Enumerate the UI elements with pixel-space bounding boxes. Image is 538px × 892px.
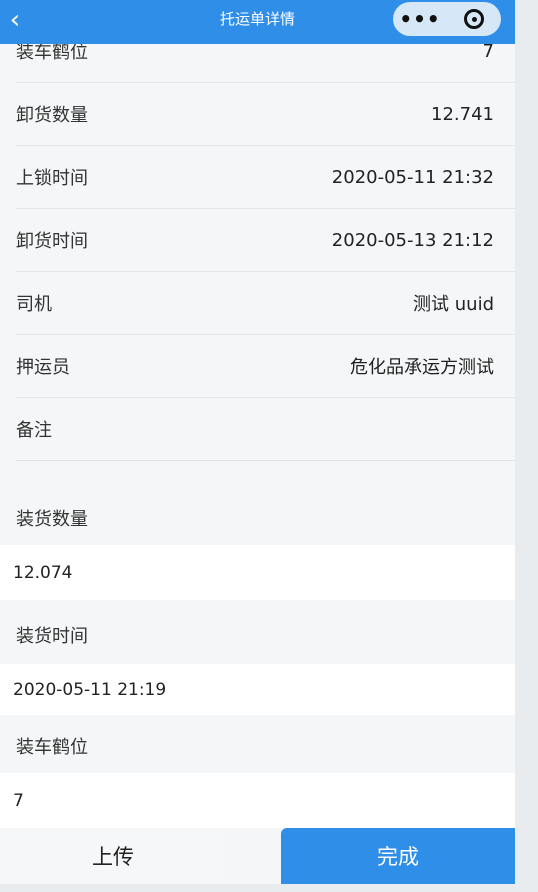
loading-crane-value: 7	[0, 773, 515, 828]
row-value: 12.741	[431, 103, 494, 125]
bottom-spacer	[0, 884, 515, 892]
row-value: 测试 uuid	[413, 294, 494, 315]
bottom-action-bar: 上传 完成	[0, 828, 515, 884]
screen: ‹ 托运单详情 ••• 装车鹤位 7 卸货数量 12.741 上锁时间 2020…	[0, 0, 515, 892]
done-button[interactable]: 完成	[281, 828, 515, 884]
detail-row-driver: 司机 测试 uuid	[16, 272, 515, 335]
row-label: 司机	[16, 294, 52, 315]
row-value: 2020-05-11 21:32	[331, 166, 494, 188]
more-icon[interactable]: •••	[393, 2, 447, 36]
miniprogram-capsule: •••	[393, 2, 501, 36]
row-label: 卸货数量	[16, 105, 88, 126]
row-value: 2020-05-13 21:12	[331, 229, 494, 251]
detail-row-remark: 备注	[16, 398, 515, 461]
section-label-loading-quantity: 装货数量	[16, 509, 88, 530]
target-ring	[464, 9, 484, 29]
detail-row-unload-time: 卸货时间 2020-05-13 21:12	[16, 209, 515, 272]
target-dot	[471, 16, 477, 22]
close-target-icon[interactable]	[447, 9, 501, 29]
nav-bar: ‹ 托运单详情 •••	[0, 0, 515, 44]
upload-button[interactable]: 上传	[0, 828, 226, 884]
row-label: 押运员	[16, 357, 70, 378]
detail-row-unload-quantity: 卸货数量 12.741	[16, 83, 515, 146]
right-gutter	[515, 0, 538, 892]
loading-quantity-value: 12.074	[0, 545, 515, 600]
row-label: 上锁时间	[16, 168, 88, 189]
row-label: 备注	[16, 420, 52, 441]
row-label: 卸货时间	[16, 231, 88, 252]
row-value: 危化品承运方测试	[350, 357, 494, 378]
section-label-loading-time: 装货时间	[16, 626, 88, 647]
detail-row-escort: 押运员 危化品承运方测试	[16, 335, 515, 398]
detail-row-lock-time: 上锁时间 2020-05-11 21:32	[16, 146, 515, 209]
loading-time-value: 2020-05-11 21:19	[0, 664, 515, 715]
section-label-loading-crane: 装车鹤位	[16, 737, 88, 758]
